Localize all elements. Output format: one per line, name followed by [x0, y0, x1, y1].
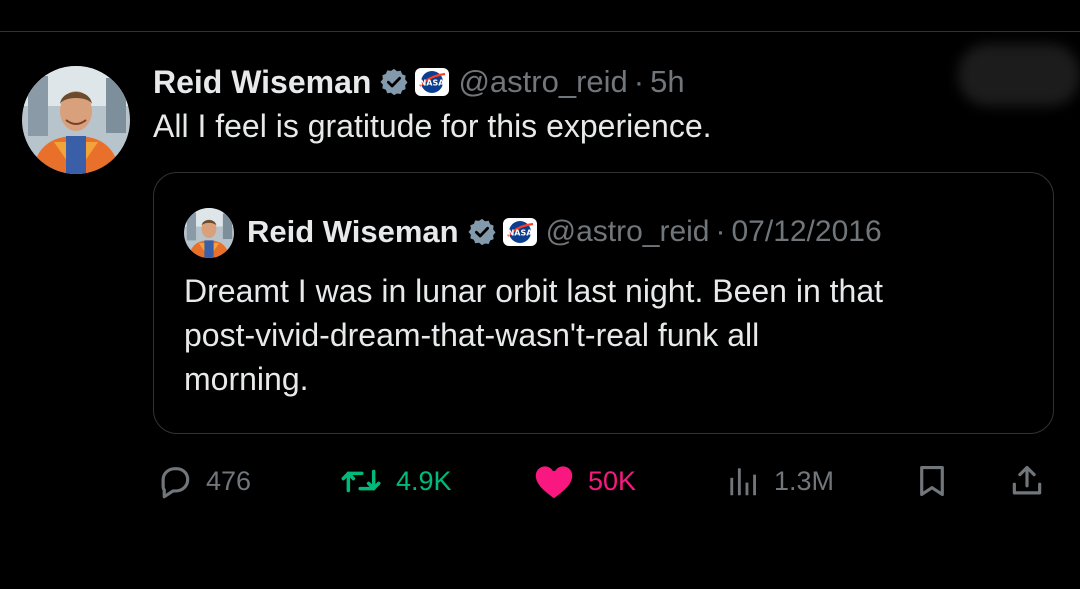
svg-text:NASA: NASA — [420, 79, 446, 88]
like-button[interactable]: 50K — [532, 456, 636, 506]
like-count: 50K — [588, 465, 637, 496]
repost-count: 4.9K — [396, 465, 452, 496]
top-divider — [0, 31, 1080, 32]
blurred-region — [958, 44, 1080, 106]
views-button[interactable]: 1.3M — [724, 456, 834, 506]
tweet-text: All I feel is gratitude for this experie… — [153, 108, 712, 144]
repost-button[interactable]: 4.9K — [338, 456, 452, 506]
repost-icon — [338, 462, 384, 500]
quoted-author-handle[interactable]: @astro_reid — [546, 215, 710, 249]
verified-badge-icon[interactable] — [379, 67, 409, 97]
separator-dot: · — [633, 64, 645, 99]
tweet-header: Reid Wiseman NASA @astro_reid · 5h — [153, 60, 685, 104]
nasa-logo-icon[interactable]: NASA — [414, 67, 450, 97]
views-bars-icon — [724, 462, 762, 500]
share-icon — [1008, 462, 1046, 500]
reply-count: 476 — [206, 465, 252, 496]
quoted-author-avatar[interactable] — [184, 208, 234, 258]
reply-bubble-icon — [156, 462, 194, 500]
reply-button[interactable]: 476 — [156, 456, 251, 506]
svg-text:NASA: NASA — [507, 229, 533, 238]
author-name[interactable]: Reid Wiseman — [153, 64, 371, 101]
quoted-author-name[interactable]: Reid Wiseman — [247, 214, 459, 250]
quoted-tweet-date[interactable]: 07/12/2016 — [731, 215, 881, 249]
verified-badge-icon[interactable] — [467, 217, 497, 247]
bookmark-icon — [913, 462, 951, 500]
separator-dot: · — [715, 215, 726, 248]
author-handle[interactable]: @astro_reid — [458, 64, 627, 100]
quoted-tweet-header: Reid Wiseman NASA @astro_reid · 07/12/20… — [247, 210, 882, 254]
author-avatar[interactable] — [22, 66, 130, 174]
bookmark-button[interactable] — [913, 456, 951, 506]
tweet-action-bar: 476 4.9K 50K 1.3M — [0, 456, 1080, 506]
quoted-tweet-text: Dreamt I was in lunar orbit last night. … — [184, 273, 884, 397]
view-count: 1.3M — [774, 465, 835, 496]
heart-icon — [532, 461, 576, 501]
tweet-timestamp[interactable]: 5h — [650, 64, 684, 100]
nasa-logo-icon[interactable]: NASA — [502, 217, 538, 247]
share-button[interactable] — [1008, 456, 1046, 506]
quoted-tweet-card[interactable]: Reid Wiseman NASA @astro_reid · 07/12/20… — [153, 172, 1054, 434]
